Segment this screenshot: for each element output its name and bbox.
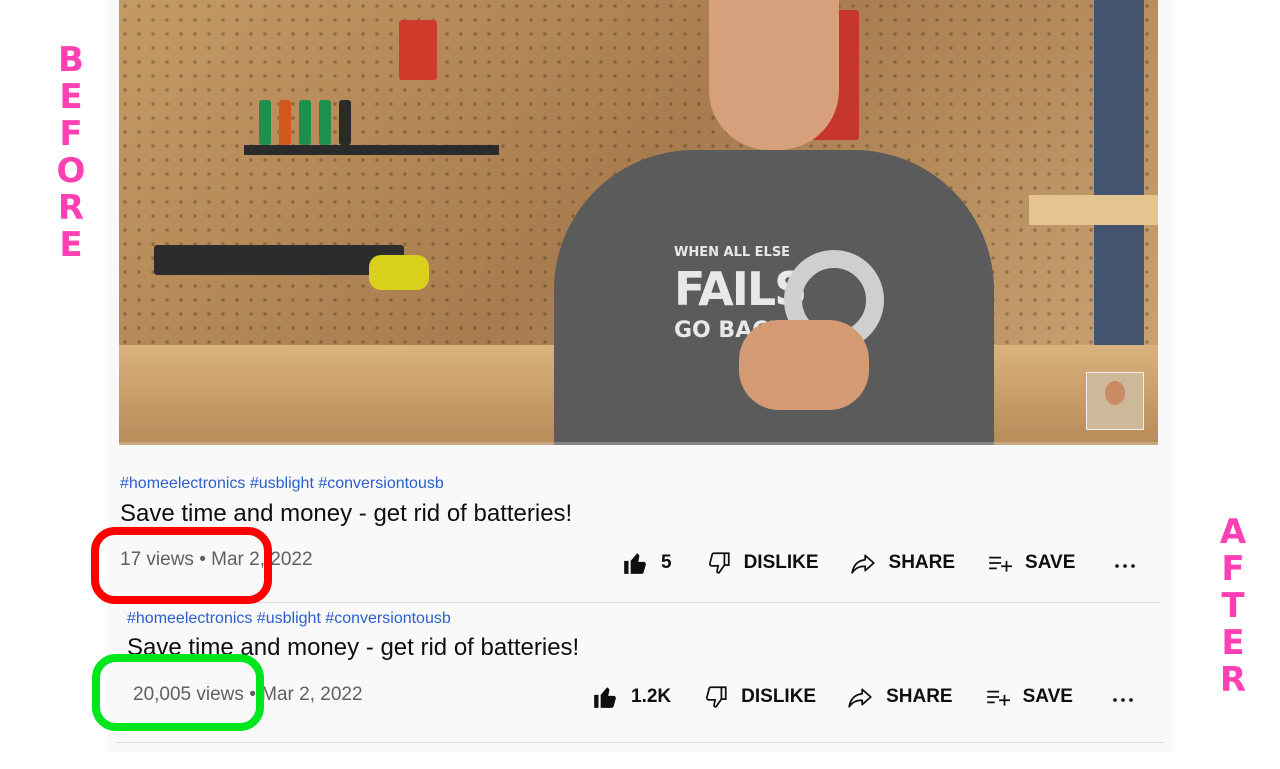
share-button[interactable]: SHARE	[849, 550, 956, 576]
save-button[interactable]: SAVE	[985, 550, 1075, 576]
pliers	[399, 20, 437, 80]
divider	[120, 602, 1160, 603]
screwdriver	[339, 100, 351, 145]
playlist-add-icon	[986, 690, 1010, 706]
video-progress-bar[interactable]	[119, 442, 1158, 445]
hashtags-before[interactable]: #homeelectronics #usblight #conversionto…	[120, 475, 444, 493]
thumbs-up-icon	[594, 687, 616, 708]
drill-press-column	[1094, 0, 1144, 360]
more-horizontal-icon	[1113, 698, 1133, 702]
like-count-before: 5	[661, 552, 672, 573]
save-label: SAVE	[1025, 552, 1076, 573]
action-bar-before: 5 DISLIKE SHARE SAVE	[621, 550, 1137, 576]
upload-date-after: Mar 2, 2022	[261, 684, 363, 705]
shirt-text-line1: WHEN ALL ELSE	[674, 245, 791, 260]
screwdriver	[279, 100, 291, 145]
share-label: SHARE	[888, 552, 956, 573]
after-annotation: AFTER	[1213, 512, 1253, 697]
share-label: SHARE	[886, 686, 953, 707]
more-actions-button[interactable]	[1111, 684, 1135, 710]
presenter-hands	[739, 320, 869, 410]
red-highlight-box	[91, 527, 272, 604]
glue-gun	[154, 245, 404, 275]
tool-shelf	[244, 145, 499, 155]
video-title-before: Save time and money - get rid of batteri…	[120, 500, 573, 527]
screwdriver	[259, 100, 271, 145]
save-label: SAVE	[1022, 686, 1073, 707]
more-horizontal-icon	[1115, 564, 1136, 568]
screwdriver	[299, 100, 311, 145]
dislike-label: DISLIKE	[741, 686, 817, 707]
like-button[interactable]: 5	[621, 550, 672, 576]
before-annotation: BEFORE	[51, 40, 91, 262]
playlist-add-icon	[989, 556, 1012, 572]
thumbs-down-icon	[706, 686, 727, 708]
thumbs-down-icon	[708, 552, 730, 574]
screwdriver	[319, 100, 331, 145]
divider	[116, 742, 1164, 743]
more-actions-button[interactable]	[1113, 550, 1137, 576]
channel-avatar-watermark[interactable]	[1086, 372, 1144, 430]
share-arrow-icon	[848, 688, 872, 708]
dislike-button[interactable]: DISLIKE	[703, 684, 816, 710]
like-button[interactable]: 1.2K	[591, 684, 671, 710]
save-button[interactable]: SAVE	[983, 684, 1073, 710]
presenter-head	[709, 0, 839, 150]
thumbs-up-icon	[624, 553, 646, 574]
dislike-button[interactable]: DISLIKE	[706, 550, 819, 576]
video-player[interactable]: WHEN ALL ELSE FAILS GO BACK	[119, 0, 1158, 445]
green-highlight-box	[92, 654, 264, 731]
share-button[interactable]: SHARE	[846, 684, 953, 710]
hashtags-after[interactable]: #homeelectronics #usblight #conversionto…	[127, 610, 451, 628]
action-bar-after: 1.2K DISLIKE SHARE SAVE	[591, 684, 1135, 710]
yellow-tool	[369, 255, 429, 290]
dislike-label: DISLIKE	[743, 552, 819, 573]
like-count-after: 1.2K	[631, 686, 672, 707]
avatar-face	[1105, 381, 1125, 405]
drill-press-table	[1029, 195, 1158, 225]
share-arrow-icon	[850, 554, 875, 574]
